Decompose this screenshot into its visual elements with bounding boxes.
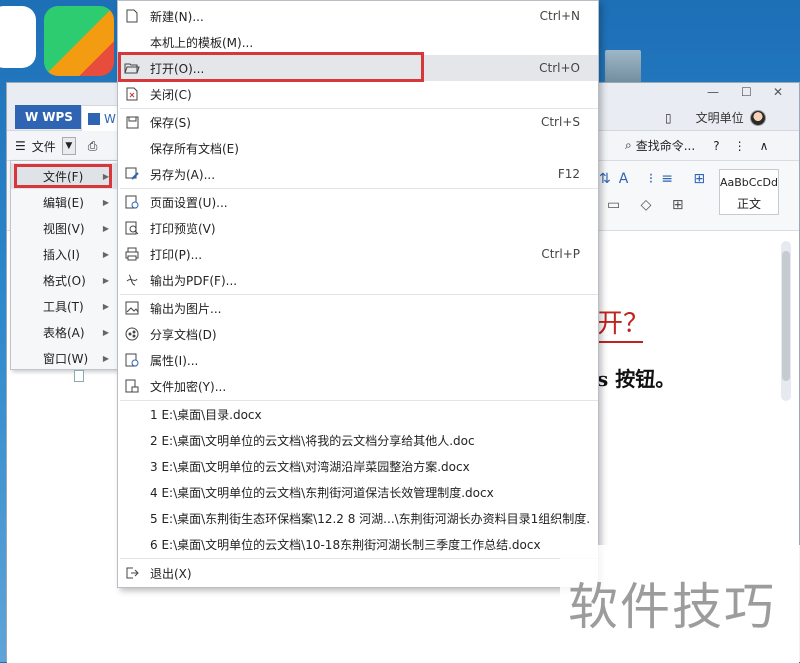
print-preview-icon: [124, 220, 140, 236]
hamburger-icon: ☰: [15, 139, 26, 153]
vertical-scrollbar[interactable]: [781, 241, 791, 401]
menu-item-encrypt[interactable]: 文件加密(Y)...: [118, 373, 598, 399]
chevron-right-icon: ▶: [102, 327, 109, 337]
properties-icon: [124, 352, 140, 368]
menu-item-export-pdf[interactable]: 输出为PDF(F)...: [118, 267, 598, 293]
save-icon: [124, 114, 140, 130]
window-layout-icon[interactable]: ▯: [665, 111, 672, 125]
menu-separator: [120, 558, 598, 559]
more-icon[interactable]: ⋮: [734, 139, 746, 153]
menu-item-open[interactable]: 打开(O)... Ctrl+O: [118, 55, 598, 81]
new-doc-icon: [124, 8, 140, 24]
menu-item-exit[interactable]: 退出(X): [118, 560, 598, 586]
exit-icon: [124, 565, 140, 581]
menu-item-save-as[interactable]: 另存为(A)... F12: [118, 161, 598, 187]
encrypt-icon: [124, 378, 140, 394]
chevron-right-icon: ▶: [102, 171, 109, 181]
print-icon: [124, 246, 140, 262]
menu-item-share[interactable]: 分享文档(D): [118, 321, 598, 347]
side-item-view[interactable]: 视图(V) ▶: [11, 215, 117, 241]
search-icon: ⌕: [625, 138, 632, 152]
title-right-area: ▯ 文明单位: [665, 109, 766, 126]
style-normal[interactable]: AaBbCcDd 正文: [719, 169, 779, 215]
recent-file-4[interactable]: 4 E:\桌面\文明单位的云文档\东荆街河道保洁长效管理制度.docx: [118, 479, 598, 505]
chevron-right-icon: ▶: [102, 223, 109, 233]
side-item-insert[interactable]: 插入(I) ▶: [11, 241, 117, 267]
help-icon[interactable]: ?: [713, 139, 719, 153]
menu-item-properties[interactable]: 属性(I)...: [118, 347, 598, 373]
minimize-button[interactable]: —: [707, 85, 719, 99]
menu-item-save-all[interactable]: 保存所有文档(E): [118, 135, 598, 161]
close-doc-icon: [124, 86, 140, 102]
app-menu: 文件(F) ▶ 编辑(E) ▶ 视图(V) ▶ 插入(I) ▶ 格式(O) ▶ 工具(T)…: [10, 160, 118, 370]
side-item-edit[interactable]: 编辑(E) ▶: [11, 189, 117, 215]
chevron-right-icon: ▶: [102, 301, 109, 311]
save-as-icon: [124, 166, 140, 182]
watermark: 软件技巧: [560, 545, 800, 662]
desktop-app-icon[interactable]: [0, 6, 36, 68]
chevron-right-icon: ▶: [102, 197, 109, 207]
close-window-button[interactable]: ✕: [773, 85, 783, 99]
share-icon: [124, 326, 140, 342]
menu-item-export-image[interactable]: 输出为图片...: [118, 295, 598, 321]
maximize-button[interactable]: ☐: [741, 85, 752, 99]
chevron-down-icon[interactable]: ▼: [61, 137, 76, 155]
side-item-tools[interactable]: 工具(T) ▶: [11, 293, 117, 319]
menu-item-print-preview[interactable]: 打印预览(V): [118, 215, 598, 241]
menu-item-local-templates[interactable]: 本机上的模板(M)...: [118, 29, 598, 55]
cloud-account-name[interactable]: 文明单位: [696, 109, 744, 126]
watermark-text: 软件技巧: [568, 578, 776, 636]
wps-home-tab[interactable]: W WPS: [15, 105, 83, 129]
menu-item-close[interactable]: 关闭(C): [118, 81, 598, 107]
menu-item-new[interactable]: 新建(N)... Ctrl+N: [118, 3, 598, 29]
border-tools: ▭ ◇ ⊞: [607, 197, 692, 213]
command-search[interactable]: ⌕ 查找命令... ? ⋮ ∧: [625, 137, 768, 154]
image-export-icon: [124, 300, 140, 316]
heading-underline: [597, 341, 643, 343]
page-setup-icon: [124, 194, 140, 210]
side-item-window[interactable]: 窗口(W) ▶: [11, 345, 117, 371]
save-quick-icon[interactable]: ⎙: [88, 139, 98, 154]
side-item-format[interactable]: 格式(O) ▶: [11, 267, 117, 293]
paragraph-tools: ⇅A ⁝≡ ⊞: [599, 171, 714, 187]
folder-open-icon: [124, 60, 140, 76]
document-heading: 开？: [597, 309, 650, 339]
desktop-app-icon-colorful[interactable]: [44, 6, 114, 76]
recent-file-1[interactable]: 1 E:\桌面\目录.docx: [118, 401, 598, 427]
side-item-file[interactable]: 文件(F) ▶: [11, 163, 117, 189]
chevron-right-icon: ▶: [102, 249, 109, 259]
menu-item-print[interactable]: 打印(P)... Ctrl+P: [118, 241, 598, 267]
word-doc-icon: [88, 112, 100, 125]
recent-file-2[interactable]: 2 E:\桌面\文明单位的云文档\将我的云文档分享给其他人.doc: [118, 427, 598, 453]
desktop-photo-thumb[interactable]: [605, 50, 641, 86]
avatar[interactable]: [749, 109, 766, 126]
document-body-text: s 按钮。: [597, 367, 676, 391]
file-dropdown-menu: 新建(N)... Ctrl+N 本机上的模板(M)... 打开(O)... Ct…: [117, 0, 599, 588]
collapse-ribbon-icon[interactable]: ∧: [760, 139, 769, 153]
menu-item-page-setup[interactable]: 页面设置(U)...: [118, 189, 598, 215]
wps-logo-icon: W: [25, 110, 39, 124]
scrollbar-thumb[interactable]: [782, 251, 790, 381]
pdf-export-icon: [124, 272, 140, 288]
recent-file-6[interactable]: 6 E:\桌面\文明单位的云文档\10-18东荆街河湖长制三季度工作总结.doc…: [118, 531, 598, 557]
side-item-table[interactable]: 表格(A) ▶: [11, 319, 117, 345]
file-menu-button[interactable]: ☰ 文件 ▼ ⎙: [15, 135, 97, 157]
chevron-right-icon: ▶: [102, 353, 109, 363]
recent-file-5[interactable]: 5 E:\桌面\东荆街生态环保档案\12.2 8 河湖...\东荆街河湖长办资料…: [118, 505, 598, 531]
doc-icon-small: [74, 370, 84, 382]
chevron-right-icon: ▶: [102, 275, 109, 285]
menu-item-save[interactable]: 保存(S) Ctrl+S: [118, 109, 598, 135]
recent-file-3[interactable]: 3 E:\桌面\文明单位的云文档\对湾湖沿岸菜园整治方案.docx: [118, 453, 598, 479]
